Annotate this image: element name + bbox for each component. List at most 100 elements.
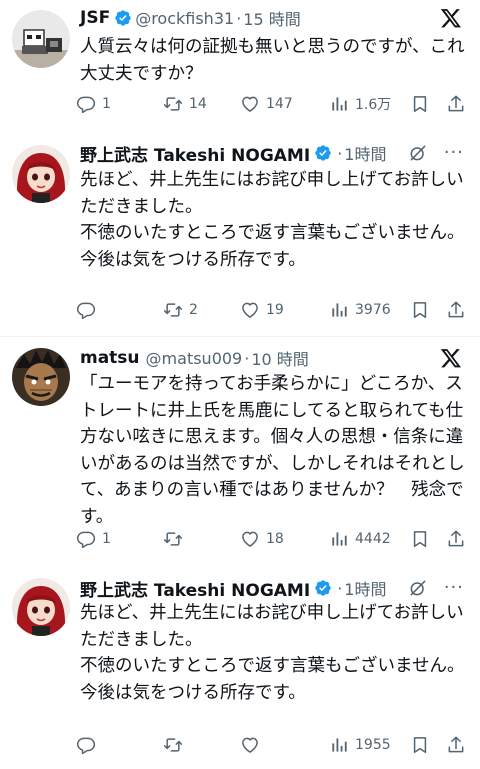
user-handle[interactable]: @rockfish31 bbox=[135, 9, 234, 28]
views-icon bbox=[329, 94, 349, 114]
share-icon bbox=[446, 529, 466, 549]
like-count: 147 bbox=[266, 96, 293, 112]
repost-button[interactable]: 14 bbox=[163, 92, 207, 116]
repost-count: 14 bbox=[189, 96, 207, 112]
view-count: 1.6万 bbox=[355, 97, 392, 113]
tweet-text: 先ほど、井上先生にはお詫び申し上げてお許しいただきました。 不徳のいたすところで… bbox=[80, 170, 465, 270]
avatar[interactable] bbox=[12, 10, 70, 68]
action-bar: 1 14 147 1.6万 bbox=[76, 92, 468, 116]
like-button[interactable]: 147 bbox=[240, 92, 293, 116]
view-count: 4442 bbox=[355, 531, 391, 547]
tweet-text: 「ユーモアを持ってお手柔らかに」どころか、ストレートに井上氏を馬鹿にしてると取ら… bbox=[80, 374, 465, 527]
display-name[interactable]: JSF bbox=[80, 8, 110, 28]
share-icon bbox=[446, 94, 466, 114]
views-button[interactable]: 1955 bbox=[329, 733, 391, 757]
share-button[interactable] bbox=[446, 298, 466, 322]
like-icon bbox=[240, 529, 260, 549]
timestamp[interactable]: 1時間 bbox=[344, 576, 386, 600]
bookmark-icon bbox=[410, 94, 430, 114]
repost-icon bbox=[163, 529, 183, 549]
tweet-header: JSF @rockfish31 · 15 時間 bbox=[80, 4, 470, 32]
views-icon bbox=[329, 529, 349, 549]
display-name[interactable]: 野上武志 Takeshi NOGAMI bbox=[80, 141, 310, 166]
like-icon bbox=[240, 94, 260, 114]
grok-icon[interactable] bbox=[408, 578, 428, 598]
reply-icon bbox=[76, 94, 96, 114]
divider bbox=[0, 336, 480, 337]
views-button[interactable]: 3976 bbox=[329, 298, 391, 322]
views-button[interactable]: 4442 bbox=[329, 527, 391, 551]
like-icon bbox=[240, 300, 260, 320]
user-handle[interactable]: @matsu009 bbox=[146, 349, 243, 368]
reply-button[interactable] bbox=[76, 298, 102, 322]
bookmark-icon bbox=[410, 300, 430, 320]
like-count: 18 bbox=[266, 531, 284, 547]
tweet-header: 野上武志 Takeshi NOGAMI · 1時間 ··· bbox=[80, 139, 470, 167]
avatar[interactable] bbox=[12, 348, 70, 406]
repost-button[interactable]: 2 bbox=[163, 298, 198, 322]
like-count: 19 bbox=[266, 302, 284, 318]
avatar[interactable] bbox=[12, 145, 70, 203]
view-count: 1955 bbox=[355, 737, 391, 753]
bookmark-button[interactable] bbox=[410, 92, 430, 116]
bookmark-icon bbox=[410, 529, 430, 549]
share-icon bbox=[446, 300, 466, 320]
views-icon bbox=[329, 300, 349, 320]
display-name[interactable]: matsu bbox=[80, 348, 140, 368]
separator-dot: · bbox=[337, 143, 343, 163]
repost-icon bbox=[163, 94, 183, 114]
timestamp[interactable]: 10 時間 bbox=[251, 346, 308, 370]
reply-count: 1 bbox=[102, 96, 111, 112]
tweet-header: 野上武志 Takeshi NOGAMI · 1時間 ··· bbox=[80, 574, 470, 602]
bookmark-button[interactable] bbox=[410, 298, 430, 322]
avatar[interactable] bbox=[12, 578, 70, 636]
reply-icon bbox=[76, 529, 96, 549]
share-button[interactable] bbox=[446, 92, 466, 116]
repost-button[interactable] bbox=[163, 733, 189, 757]
like-button[interactable]: 18 bbox=[240, 527, 284, 551]
bookmark-icon bbox=[410, 735, 430, 755]
x-logo-icon bbox=[440, 347, 462, 369]
x-logo-icon bbox=[440, 7, 462, 29]
bookmark-button[interactable] bbox=[410, 527, 430, 551]
tweet-header: matsu @matsu009 · 10 時間 bbox=[80, 344, 470, 372]
view-count: 3976 bbox=[355, 302, 391, 318]
bookmark-button[interactable] bbox=[410, 733, 430, 757]
action-bar: 1955 bbox=[76, 733, 468, 757]
reply-count: 1 bbox=[102, 531, 111, 547]
display-name[interactable]: 野上武志 Takeshi NOGAMI bbox=[80, 576, 310, 601]
more-icon[interactable]: ··· bbox=[444, 144, 464, 162]
views-icon bbox=[329, 735, 349, 755]
timestamp[interactable]: 15 時間 bbox=[243, 6, 300, 30]
tweet-text: 先ほど、井上先生にはお詫び申し上げてお許しいただきました。 不徳のいたすところで… bbox=[80, 603, 465, 703]
reply-button[interactable]: 1 bbox=[76, 92, 111, 116]
like-button[interactable] bbox=[240, 733, 266, 757]
grok-icon[interactable] bbox=[408, 143, 428, 163]
reply-icon bbox=[76, 735, 96, 755]
share-button[interactable] bbox=[446, 733, 466, 757]
tweet-text: 人質云々は何の証拠も無いと思うのですが、これ大丈夫ですか？ bbox=[80, 37, 465, 84]
action-bar: 1 18 4442 bbox=[76, 527, 468, 551]
share-button[interactable] bbox=[446, 527, 466, 551]
verified-badge-icon bbox=[114, 9, 132, 27]
views-button[interactable]: 1.6万 bbox=[329, 92, 391, 116]
timestamp[interactable]: 1時間 bbox=[344, 141, 386, 165]
action-bar: 2 19 3976 bbox=[76, 298, 468, 322]
like-icon bbox=[240, 735, 260, 755]
reply-button[interactable] bbox=[76, 733, 102, 757]
repost-count: 2 bbox=[189, 302, 198, 318]
more-icon[interactable]: ··· bbox=[444, 579, 464, 597]
verified-badge-icon bbox=[314, 144, 332, 162]
repost-button[interactable] bbox=[163, 527, 189, 551]
tweet-2[interactable]: matsu @matsu009 · 10 時間 「ユーモアを持ってお手柔らかに」… bbox=[0, 340, 480, 769]
tweet-1[interactable]: JSF @rockfish31 · 15 時間 人質云々は何の証拠も無いと思うの… bbox=[0, 0, 480, 330]
separator-dot: · bbox=[337, 578, 343, 598]
repost-icon bbox=[163, 300, 183, 320]
reply-icon bbox=[76, 300, 96, 320]
reply-button[interactable]: 1 bbox=[76, 527, 111, 551]
like-button[interactable]: 19 bbox=[240, 298, 284, 322]
separator-dot: · bbox=[244, 348, 250, 368]
verified-badge-icon bbox=[314, 579, 332, 597]
separator-dot: · bbox=[236, 8, 242, 28]
share-icon bbox=[446, 735, 466, 755]
